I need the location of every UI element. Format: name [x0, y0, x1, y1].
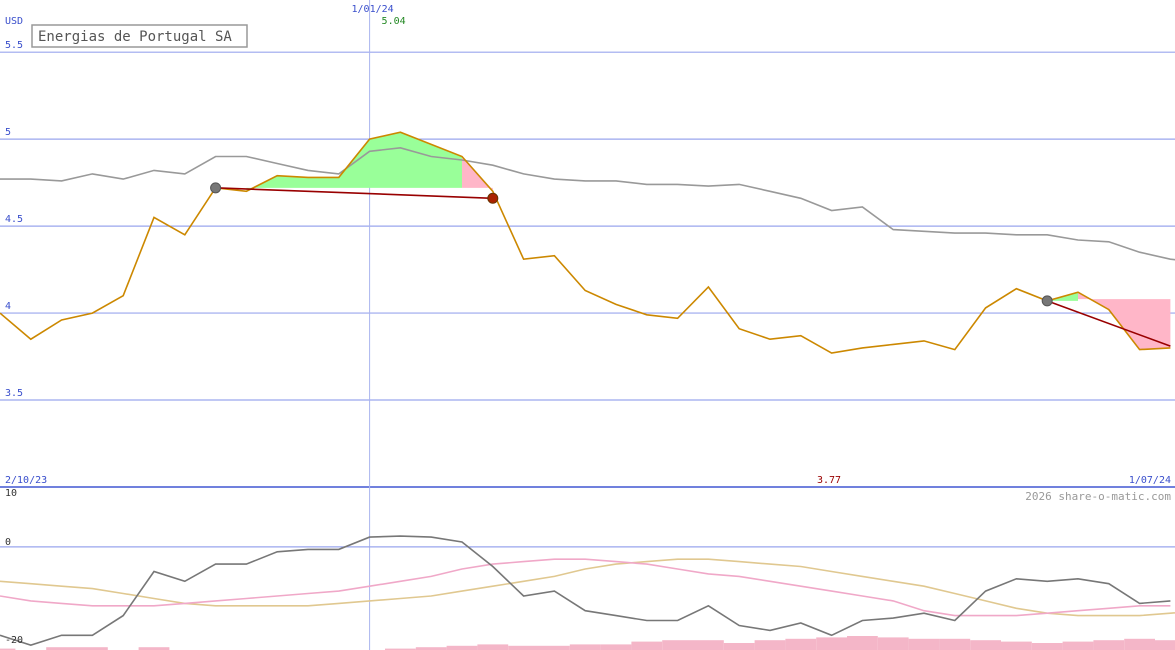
volume-bar	[662, 640, 693, 650]
volume-bar	[877, 637, 909, 650]
indicator-series-lines	[0, 535, 1175, 646]
trend-start-dot	[1041, 295, 1053, 307]
stock-chart: 3.5 4 4.5 5 5.5 -20 0 10 USD Energias de Portugal…	[0, 0, 1175, 650]
volume-bar	[1062, 641, 1094, 650]
volume-bar	[1031, 643, 1063, 650]
volume-bar	[693, 640, 724, 650]
momentum-line	[0, 535, 1171, 646]
volume-bar	[539, 645, 570, 650]
indicator-y-tick-label: -20	[5, 635, 23, 646]
volume-bar	[847, 636, 878, 650]
last-value-label: 3.77	[817, 475, 841, 486]
trend-start-dot	[210, 182, 222, 194]
watermark: 2026 share-o-matic.com	[1025, 490, 1171, 503]
y-tick-label: 4	[5, 301, 11, 312]
volume-bar	[1155, 640, 1175, 650]
indicator-y-tick-label: 10	[5, 488, 17, 499]
y-tick-label: 4.5	[5, 214, 23, 225]
y-tick-label: 5	[5, 127, 11, 138]
chart-title: Energias de Portugal SA	[38, 29, 232, 45]
volume-bar	[816, 637, 847, 650]
volume-bar	[754, 640, 786, 650]
trend-end-dot	[487, 192, 499, 204]
volume-bar	[508, 645, 539, 650]
volume-bar	[785, 638, 817, 650]
volume-bar	[600, 644, 632, 650]
indicator-volume-bars	[0, 636, 1175, 650]
slow-signal-line	[0, 558, 1175, 617]
volume-bar	[1093, 640, 1125, 650]
chart-labels: 3.5 4 4.5 5 5.5 -20 0 10 USD Energias de Portugal…	[5, 4, 1171, 646]
volume-bar	[477, 644, 509, 650]
x-end-label: 1/07/24	[1129, 475, 1171, 486]
indicator-y-tick-label: 0	[5, 537, 11, 548]
volume-bar	[1001, 641, 1032, 650]
main-series-lines	[0, 131, 1175, 354]
price-line	[0, 131, 1171, 354]
volume-bar	[970, 640, 1001, 650]
volume-bar	[908, 638, 940, 650]
main-shaded-regions	[246, 132, 1171, 350]
moving-average-line	[0, 146, 1175, 261]
marker-value-label: 5.04	[382, 16, 406, 27]
volume-bar	[569, 644, 601, 650]
marker-date-label: 1/01/24	[352, 4, 394, 15]
unit-label: USD	[5, 16, 23, 27]
trend-line	[215, 187, 493, 200]
x-start-label: 2/10/23	[5, 475, 47, 486]
volume-bar	[939, 638, 971, 650]
volume-bar	[631, 641, 663, 650]
y-tick-label: 3.5	[5, 388, 23, 399]
main-grid	[0, 0, 1175, 650]
volume-bar	[1124, 638, 1155, 650]
volume-bar	[723, 643, 755, 650]
main-trend-lines	[210, 182, 1171, 347]
y-tick-label: 5.5	[5, 40, 23, 51]
volume-bar	[446, 645, 478, 650]
